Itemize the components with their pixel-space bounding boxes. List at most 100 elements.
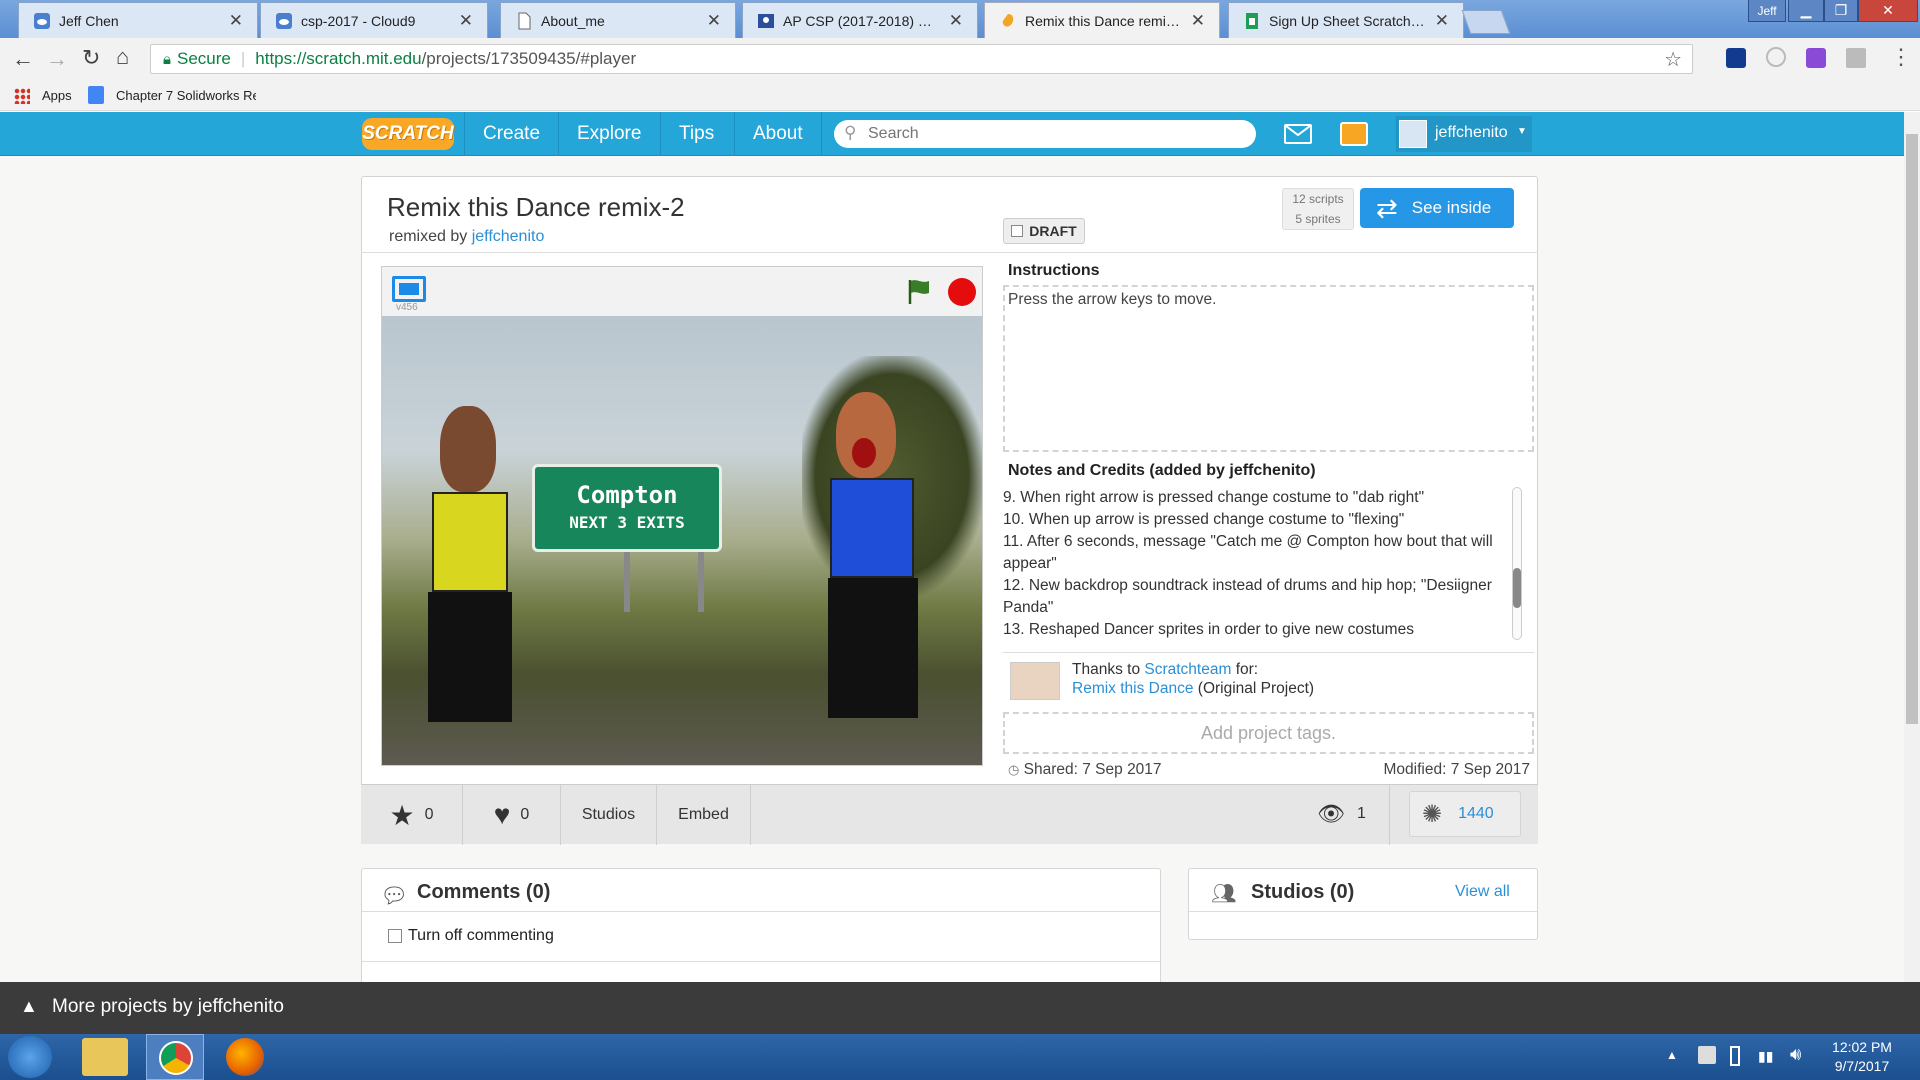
author-link[interactable]: jeffchenito xyxy=(472,228,545,245)
nav-about[interactable]: About xyxy=(734,112,822,156)
restore-button[interactable]: ❐ xyxy=(1824,0,1858,22)
chrome-taskbar-button[interactable] xyxy=(146,1034,204,1080)
page-scrollbar[interactable] xyxy=(1904,112,1920,1034)
nav-explore[interactable]: Explore xyxy=(558,112,659,156)
mystuff-folder-icon[interactable] xyxy=(1340,122,1368,146)
forward-icon[interactable]: → xyxy=(46,46,68,72)
remixed-by: remixed by jeffchenito xyxy=(389,228,544,246)
minimize-button[interactable]: ▁ xyxy=(1788,0,1824,22)
scratch-header: SCRATCH Create Explore Tips About ⚲ jeff… xyxy=(0,112,1904,156)
remix-tree-button[interactable]: ✺ 1440 xyxy=(1409,791,1521,837)
firefox-icon[interactable] xyxy=(226,1038,264,1076)
draft-badge[interactable]: DRAFT xyxy=(1003,218,1085,244)
tab-about-me[interactable]: About_me ✕ xyxy=(500,2,736,38)
cloud-tab-icon xyxy=(275,12,293,30)
tray-network-icon[interactable]: ▮▮ xyxy=(1758,1048,1773,1065)
star-bookmark-icon[interactable]: ☆ xyxy=(1664,47,1682,72)
cloud-tab-icon xyxy=(33,12,51,30)
dancer-sprite-yellow[interactable] xyxy=(402,406,532,746)
bookmark-chapter7[interactable]: Chapter 7 Solidworks Rev xyxy=(116,88,256,103)
tab-cloud9[interactable]: csp-2017 - Cloud9 ✕ xyxy=(260,2,488,38)
file-explorer-icon[interactable] xyxy=(82,1038,128,1076)
player-version: v456 xyxy=(396,302,418,313)
tab-title: Sign Up Sheet Scratch Start U xyxy=(1269,12,1427,29)
tab-jeff-chen[interactable]: Jeff Chen ✕ xyxy=(18,2,258,38)
tray-volume-icon[interactable]: 🔊︎ xyxy=(1790,1044,1801,1065)
help-extension-icon[interactable] xyxy=(1766,47,1786,67)
url-path: /projects/173509435/#player xyxy=(421,49,637,68)
view-all-link[interactable]: View all xyxy=(1455,883,1510,901)
messages-icon[interactable] xyxy=(1284,124,1312,144)
studios-panel: 👥︎ Studios (0) View all xyxy=(1188,868,1538,940)
address-bar[interactable]: 🔒︎ Secure | https://scratch.mit.edu/proj… xyxy=(150,44,1693,74)
close-icon[interactable]: ✕ xyxy=(1435,11,1449,31)
docs-icon xyxy=(88,86,104,104)
original-project-thumbnail[interactable] xyxy=(1010,662,1060,700)
compton-sign: Compton NEXT 3 EXITS xyxy=(532,464,722,552)
extension-icon[interactable] xyxy=(1726,48,1746,68)
embed-button[interactable]: Embed xyxy=(657,785,751,845)
puzzle-extension-icon[interactable] xyxy=(1806,48,1826,68)
turn-off-commenting-checkbox[interactable] xyxy=(388,929,402,943)
nav-tips[interactable]: Tips xyxy=(660,112,732,156)
notes-line: 10. When up arrow is pressed change cost… xyxy=(1003,511,1405,528)
apps-bookmark[interactable]: Apps xyxy=(42,88,72,103)
instructions-box[interactable]: Press the arrow keys to move. xyxy=(1003,285,1534,452)
notes-line: 11. After 6 seconds, message "Catch me @… xyxy=(1003,533,1493,572)
tray-chevron-icon[interactable]: ▲ xyxy=(1666,1048,1678,1062)
scratchteam-link[interactable]: Scratchteam xyxy=(1144,661,1231,678)
love-button[interactable]: ♥ 0 xyxy=(463,785,561,845)
reload-icon[interactable]: ↻ xyxy=(82,45,100,71)
close-icon[interactable]: ✕ xyxy=(949,11,963,31)
close-icon[interactable]: ✕ xyxy=(229,11,243,31)
pdf-extension-icon[interactable] xyxy=(1846,48,1866,68)
tab-sign-up-sheet[interactable]: Sign Up Sheet Scratch Start U ✕ xyxy=(1228,2,1464,38)
favorite-button[interactable]: ★ 0 xyxy=(361,785,463,845)
nav-create[interactable]: Create xyxy=(464,112,558,156)
scrollbar-thumb[interactable] xyxy=(1906,134,1918,724)
tray-battery-icon[interactable] xyxy=(1730,1046,1740,1066)
project-title[interactable]: Remix this Dance remix-2 xyxy=(387,192,685,223)
tray-flag-icon[interactable] xyxy=(1698,1046,1716,1064)
notes-line: 9. When right arrow is pressed change co… xyxy=(1003,489,1425,506)
studios-button[interactable]: Studios xyxy=(561,785,657,845)
notes-box[interactable]: 9. When right arrow is pressed change co… xyxy=(1003,487,1523,638)
fullscreen-icon[interactable] xyxy=(392,276,426,302)
turn-off-commenting-label: Turn off commenting xyxy=(408,927,554,944)
original-project-link[interactable]: Remix this Dance xyxy=(1072,680,1193,697)
comments-heading: Comments (0) xyxy=(417,881,551,903)
tab-ap-csp[interactable]: AP CSP (2017-2018) Period 5 ✕ xyxy=(742,2,978,38)
sprite-pants xyxy=(428,592,512,722)
scratch-logo[interactable]: SCRATCH xyxy=(362,118,454,150)
url-host: https://scratch.mit.edu xyxy=(255,49,422,68)
search-input[interactable] xyxy=(868,123,1238,145)
remix-count: 1440 xyxy=(1458,805,1494,822)
profile-button[interactable]: Jeff xyxy=(1748,0,1786,22)
search-box[interactable]: ⚲ xyxy=(834,120,1256,148)
see-inside-button[interactable]: ⇄ See inside xyxy=(1360,188,1514,228)
close-icon[interactable]: ✕ xyxy=(707,11,721,31)
add-tags-field[interactable]: Add project tags. xyxy=(1003,712,1534,754)
thanks-to-label: Thanks to xyxy=(1072,661,1141,678)
sprite-shirt xyxy=(830,478,914,578)
user-menu[interactable]: jeffchenito ▼ xyxy=(1396,116,1532,152)
green-flag-icon[interactable] xyxy=(906,278,934,311)
stop-icon[interactable] xyxy=(948,278,976,306)
clock[interactable]: 12:02 PM 9/7/2017 xyxy=(1820,1038,1904,1076)
close-icon[interactable]: ✕ xyxy=(459,11,473,31)
new-tab-button[interactable] xyxy=(1461,10,1511,34)
tab-scratch-project[interactable]: Remix this Dance remix-2 on S ✕ xyxy=(984,2,1220,38)
home-icon[interactable]: ⌂ xyxy=(116,44,129,70)
dancer-sprite-blue[interactable] xyxy=(802,392,942,742)
notes-scrollbar[interactable] xyxy=(1512,487,1522,640)
close-window-button[interactable]: ✕ xyxy=(1858,0,1918,22)
close-icon[interactable]: ✕ xyxy=(1191,11,1205,31)
apps-grid-icon[interactable] xyxy=(14,88,30,104)
back-icon[interactable]: ← xyxy=(12,46,34,72)
stage[interactable]: Compton NEXT 3 EXITS xyxy=(382,316,982,765)
menu-dots-icon[interactable]: ⋮ xyxy=(1890,44,1912,70)
more-projects-bar[interactable]: ▲ More projects by jeffchenito xyxy=(0,982,1920,1034)
search-icon: ⚲ xyxy=(844,123,857,142)
notes-scrollbar-thumb[interactable] xyxy=(1513,568,1521,608)
start-button[interactable] xyxy=(8,1036,52,1078)
